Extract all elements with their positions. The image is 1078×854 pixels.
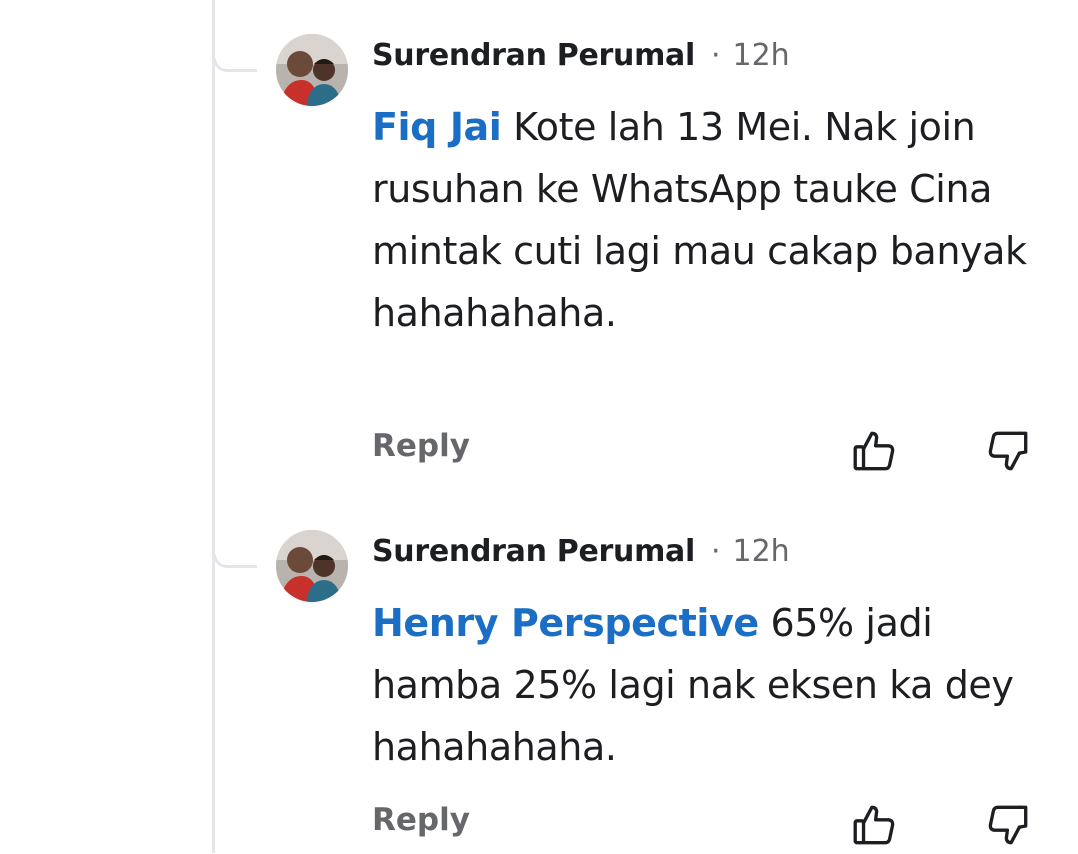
timestamp[interactable]: 12h <box>733 534 790 569</box>
mention-link[interactable]: Fiq Jai <box>372 105 502 149</box>
thumbs-down-icon[interactable] <box>983 426 1033 476</box>
avatar-photo <box>276 530 348 602</box>
author-name[interactable]: Surendran Perumal <box>372 38 695 73</box>
meta-separator: · <box>710 37 721 73</box>
reply-button[interactable]: Reply <box>372 428 470 464</box>
comment-body: Fiq Jai Kote lah 13 Mei. Nak join rusuha… <box>372 96 1052 344</box>
avatar[interactable] <box>276 530 348 602</box>
thread-connector <box>213 58 257 72</box>
comment-meta: Surendran Perumal · 12h <box>372 35 790 75</box>
avatar[interactable] <box>276 34 348 106</box>
meta-separator: · <box>710 533 721 569</box>
thread-line <box>212 0 215 853</box>
comment-meta: Surendran Perumal · 12h <box>372 531 790 571</box>
timestamp[interactable]: 12h <box>733 38 790 73</box>
thread-connector <box>213 554 257 568</box>
thumbs-up-icon[interactable] <box>850 800 900 850</box>
mention-link[interactable]: Henry Perspective <box>372 601 759 645</box>
reply-button[interactable]: Reply <box>372 802 470 838</box>
author-name[interactable]: Surendran Perumal <box>372 534 695 569</box>
avatar-photo <box>276 34 348 106</box>
thumbs-up-icon[interactable] <box>850 426 900 476</box>
comment-body: Henry Perspective 65% jadi hamba 25% lag… <box>372 592 1052 778</box>
thumbs-down-icon[interactable] <box>983 800 1033 850</box>
